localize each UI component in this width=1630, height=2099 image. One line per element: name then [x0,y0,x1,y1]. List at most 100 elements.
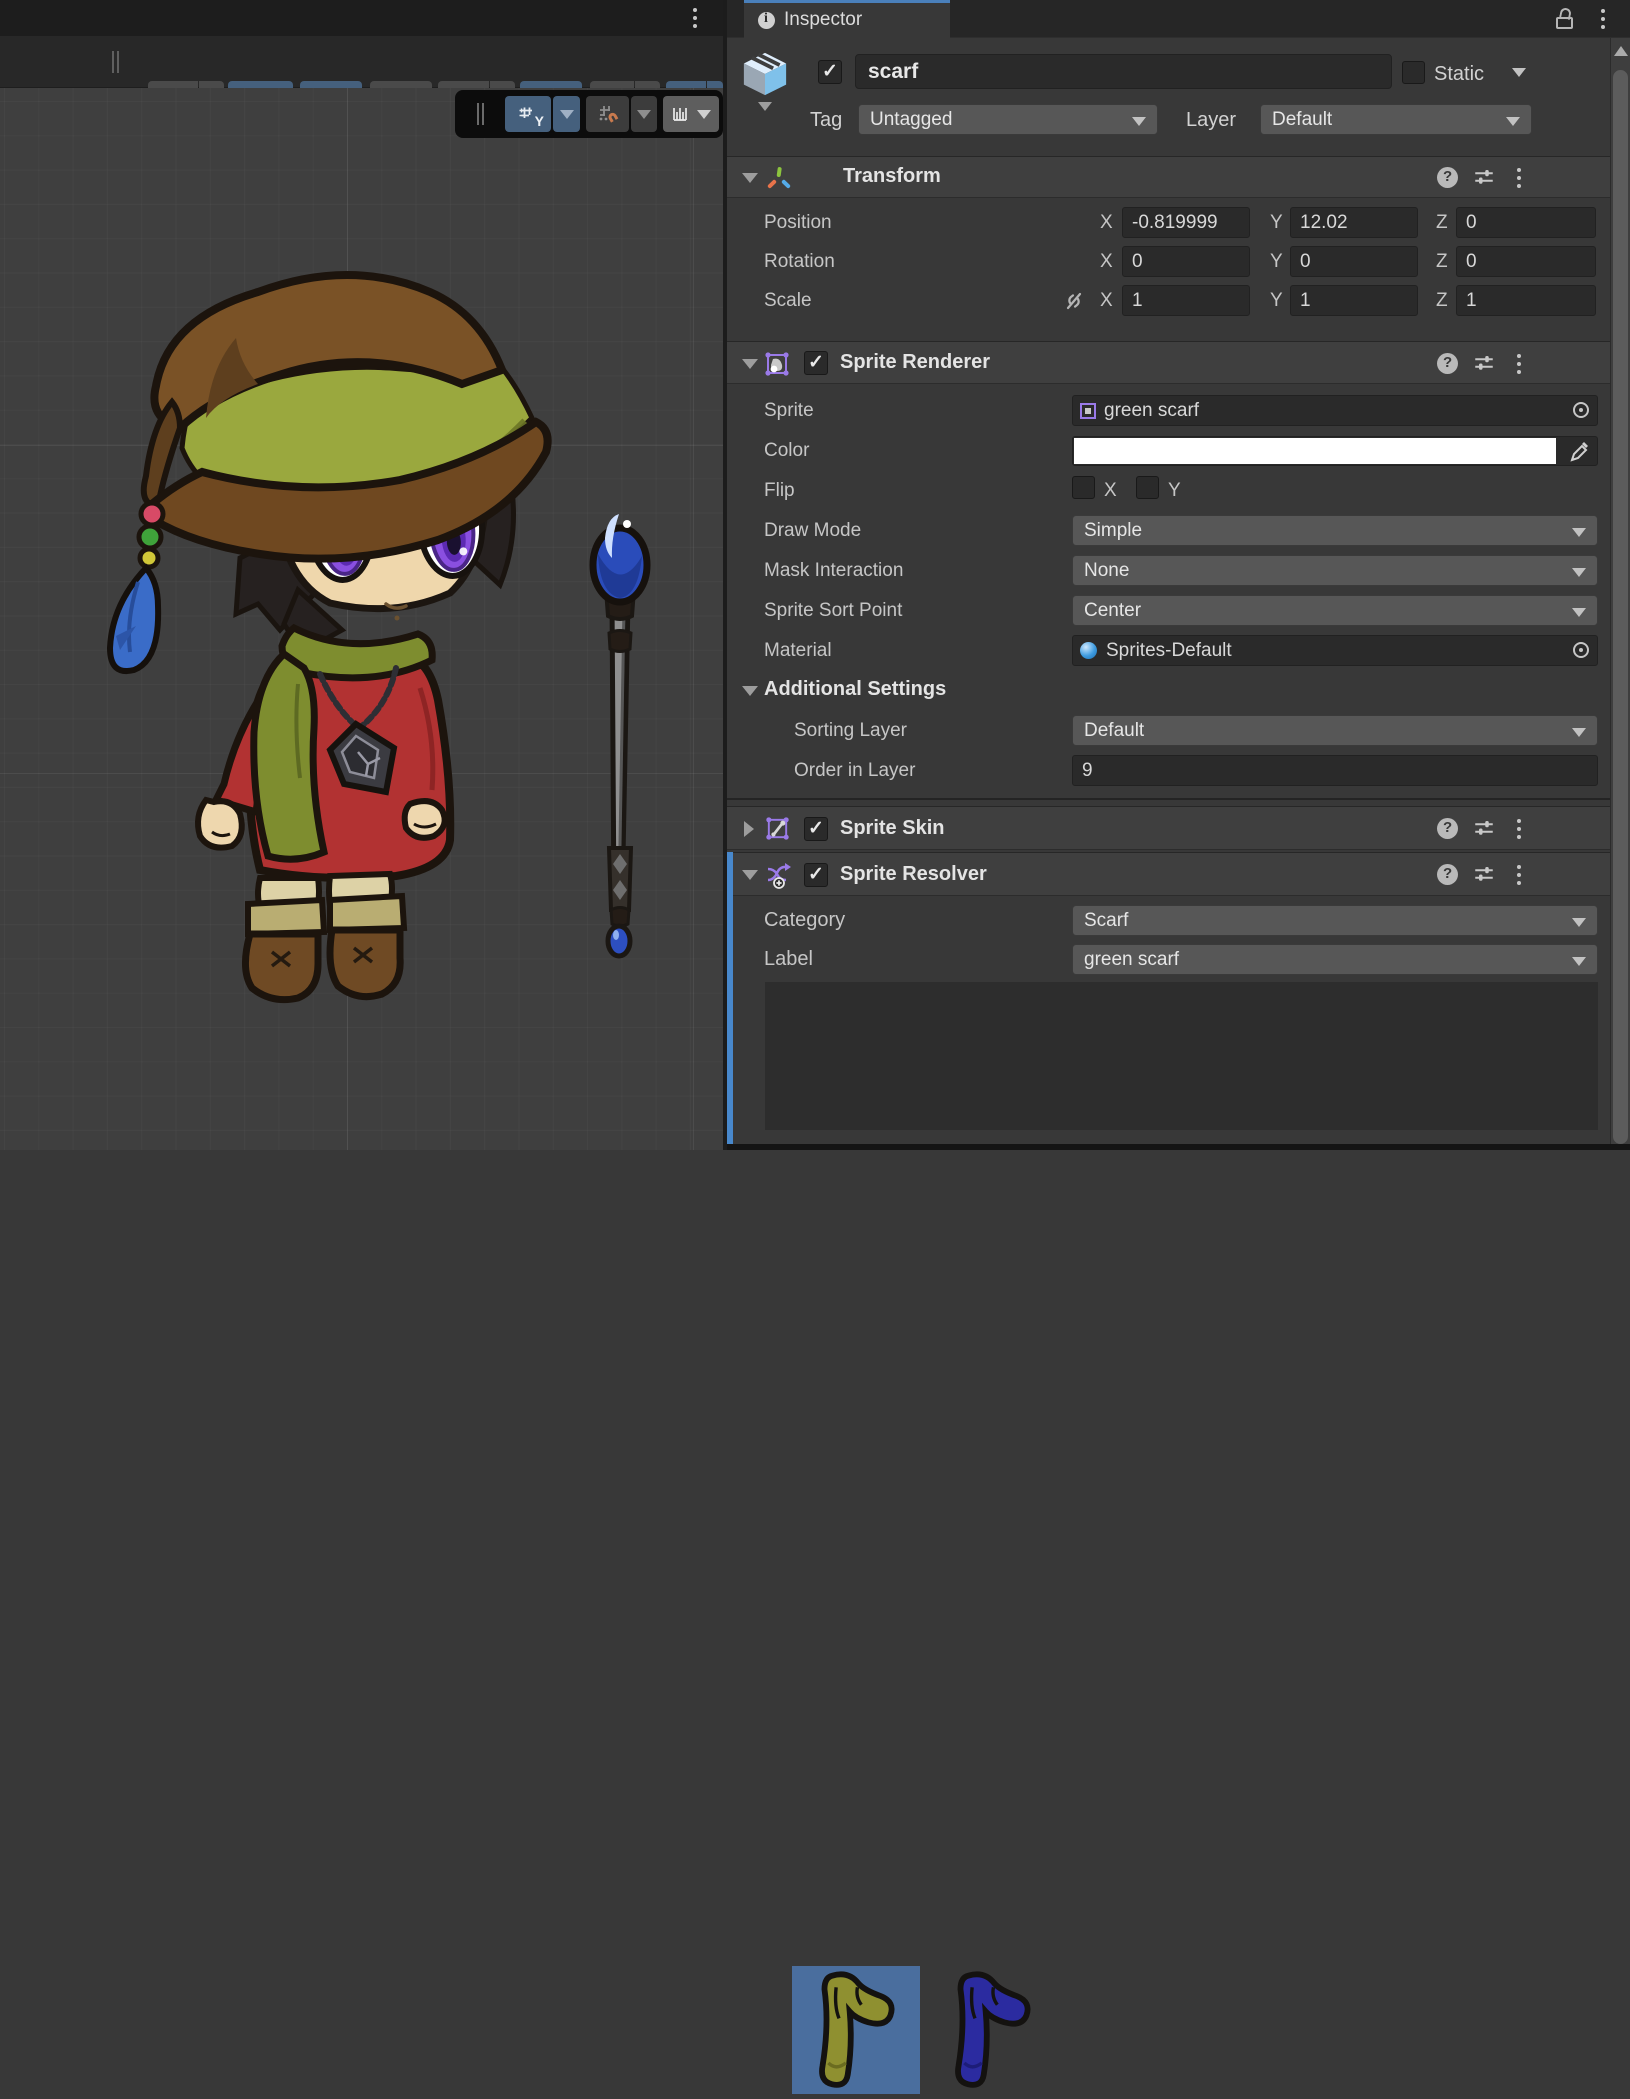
grid-visibility-dropdown[interactable] [553,96,580,132]
sorting-layer-dropdown[interactable]: Default [1072,715,1598,746]
inspector-scrollbar[interactable] [1610,38,1630,1150]
gameobject-active-checkbox[interactable] [818,60,842,84]
sorting-layer-label: Sorting Layer [794,715,907,746]
sprite-mini-icon [1079,402,1097,420]
foldout-arrow-icon[interactable] [742,173,758,183]
transform-header[interactable]: Transform [727,156,1610,198]
sprite-resolver-enabled-checkbox[interactable] [804,863,828,887]
flip-y-label: Y [1168,475,1181,506]
kebab-menu-icon[interactable] [1516,353,1522,375]
label-dropdown[interactable]: green scarf [1072,944,1598,975]
scale-y-value: 1 [1300,290,1311,311]
kebab-menu-icon[interactable] [1516,818,1522,840]
gameobject-name-field[interactable]: scarf [855,54,1392,89]
sprite-sort-point-value: Center [1084,600,1141,621]
toolbar-drag-handle[interactable] [112,51,114,73]
tab-inspector[interactable]: Inspector [744,0,950,38]
help-icon[interactable] [1437,864,1458,885]
preset-icon[interactable] [1474,353,1494,373]
rotation-y-field[interactable]: 0 [1290,246,1418,277]
flip-label: Flip [764,475,795,506]
sprite-skin-component-icon [764,815,791,842]
position-y-value: 12.02 [1300,212,1348,233]
kebab-menu-icon[interactable] [1516,864,1522,886]
layer-dropdown[interactable]: Default [1260,104,1532,135]
chevron-down-icon [560,110,574,119]
foldout-arrow-icon[interactable] [742,359,758,369]
chevron-down-icon [637,110,651,119]
grid-visibility-button[interactable]: Y [505,96,551,132]
additional-settings-label: Additional Settings [764,678,946,701]
sprite-sort-point-dropdown[interactable]: Center [1072,595,1598,626]
scrollbar-up-arrow[interactable] [1614,46,1628,56]
rotation-z-field[interactable]: 0 [1456,246,1596,277]
sprite-label: Sprite [764,395,814,426]
order-in-layer-field[interactable]: 9 [1072,755,1598,786]
scale-x-field[interactable]: 1 [1122,285,1250,316]
increment-snap-icon [671,104,693,124]
flip-y-checkbox[interactable] [1136,476,1159,499]
sprite-resolver-header[interactable]: Sprite Resolver [727,852,1610,896]
sprite-object-field[interactable]: green scarf [1072,395,1598,426]
preset-icon[interactable] [1474,864,1494,884]
character-sprite-canvas[interactable] [0,88,723,1150]
preset-icon[interactable] [1474,167,1494,187]
sprite-renderer-enabled-checkbox[interactable] [804,351,828,375]
position-y-field[interactable]: 12.02 [1290,207,1418,238]
color-field[interactable] [1072,436,1598,466]
help-icon[interactable] [1437,818,1458,839]
snap-to-grid-button[interactable] [586,96,629,132]
blue-scarf-thumbnail[interactable] [928,1966,1056,2094]
scrollbar-thumb[interactable] [1613,70,1628,1144]
rotation-x-field[interactable]: 0 [1122,246,1250,277]
position-label: Position [764,207,832,238]
green-scarf-thumbnail[interactable] [792,1966,920,2094]
snapbar-drag-handle[interactable] [477,103,479,125]
static-dropdown-arrow[interactable] [1512,68,1526,77]
sprite-renderer-header[interactable]: Sprite Renderer [727,341,1610,384]
color-swatch[interactable] [1074,438,1556,464]
mask-interaction-dropdown[interactable]: None [1072,555,1598,586]
constrain-proportions-icon[interactable] [1062,289,1086,313]
scale-z-field[interactable]: 1 [1456,285,1596,316]
scale-z-value: 1 [1466,290,1477,311]
position-x-field[interactable]: -0.819999 [1122,207,1250,238]
help-icon[interactable] [1437,167,1458,188]
draw-mode-dropdown[interactable]: Simple [1072,515,1598,546]
scene-window-menu-icon[interactable] [692,7,698,29]
sprite-value: green scarf [1082,400,1199,421]
scale-y-field[interactable]: 1 [1290,285,1418,316]
object-picker-icon[interactable] [1573,402,1589,418]
static-checkbox[interactable] [1402,61,1425,84]
preset-icon[interactable] [1474,818,1494,838]
prefab-expand-arrow[interactable] [758,102,772,111]
help-icon[interactable] [1437,353,1458,374]
snap-to-grid-dropdown[interactable] [631,96,657,132]
inspector-menu-icon[interactable] [1600,8,1606,30]
category-value: Scarf [1084,910,1128,931]
axis-z-label: Z [1436,207,1448,238]
position-z-field[interactable]: 0 [1456,207,1596,238]
scale-x-value: 1 [1132,290,1143,311]
tag-label: Tag [810,105,842,136]
snap-increment-button[interactable] [663,96,719,132]
sprite-skin-enabled-checkbox[interactable] [804,817,828,841]
snapbar-drag-handle[interactable] [482,103,484,125]
tag-dropdown[interactable]: Untagged [858,104,1158,135]
toolbar-drag-handle[interactable] [117,51,119,73]
eyedropper-icon[interactable] [1569,441,1591,463]
category-dropdown[interactable]: Scarf [1072,905,1598,936]
material-sphere-icon [1080,642,1097,659]
material-object-field[interactable]: Sprites-Default [1072,635,1598,666]
chevron-down-icon [1572,528,1586,537]
sprite-skin-header[interactable]: Sprite Skin [727,806,1610,850]
inspector-bottom-edge [727,1144,1630,1150]
lock-icon[interactable] [1553,8,1577,30]
sprite-renderer-title: Sprite Renderer [840,351,990,374]
additional-settings-foldout[interactable] [742,686,758,696]
foldout-arrow-icon[interactable] [742,870,758,880]
kebab-menu-icon[interactable] [1516,167,1522,189]
foldout-collapsed-icon[interactable] [744,821,754,837]
flip-x-checkbox[interactable] [1072,476,1095,499]
object-picker-icon[interactable] [1573,642,1589,658]
